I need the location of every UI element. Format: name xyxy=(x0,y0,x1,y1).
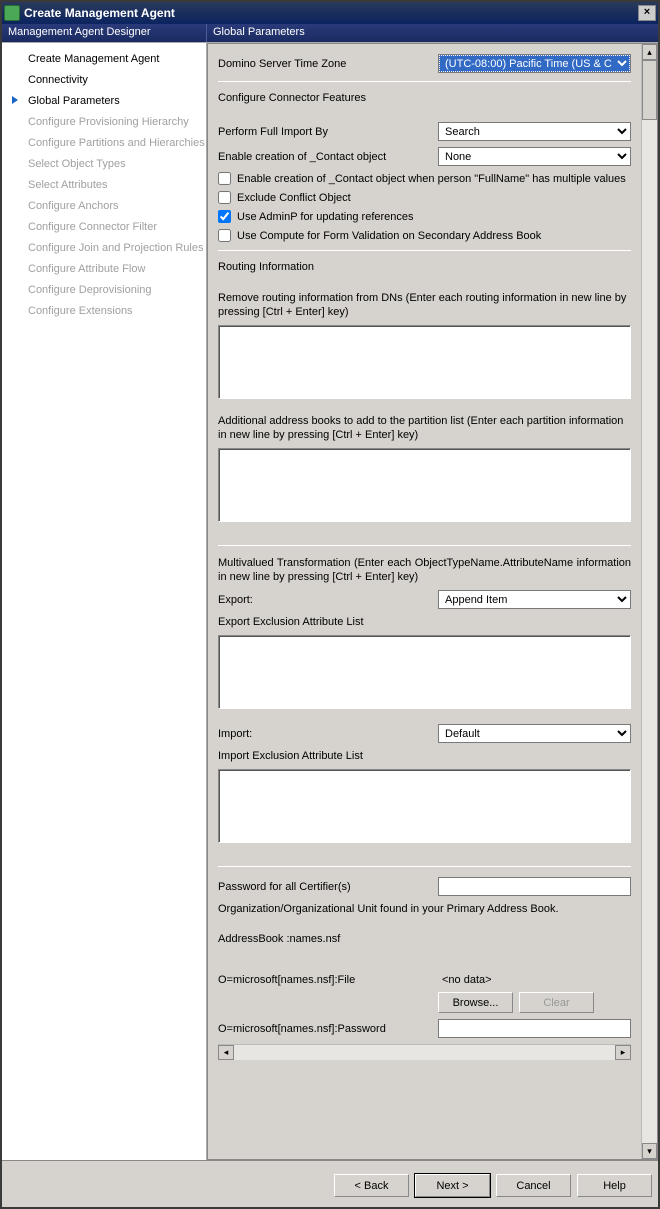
vertical-scrollbar[interactable]: ▴ ▾ xyxy=(641,44,657,1159)
designer-label: Management Agent Designer xyxy=(2,24,207,42)
content: Domino Server Time Zone (UTC-08:00) Paci… xyxy=(208,44,641,1159)
body: Create Management Agent Connectivity Glo… xyxy=(2,42,658,1160)
chk-compute[interactable] xyxy=(218,229,231,242)
titlebar: Create Management Agent × xyxy=(2,2,658,24)
scroll-thumb[interactable] xyxy=(642,60,657,120)
app-icon xyxy=(4,5,20,21)
full-import-combo[interactable]: Search xyxy=(438,122,631,141)
import-label: Import: xyxy=(218,728,438,740)
sidebar-item-connector-filter: Configure Connector Filter xyxy=(6,217,202,238)
help-button[interactable]: Help xyxy=(577,1174,652,1197)
sidebar-item-anchors: Configure Anchors xyxy=(6,196,202,217)
browse-button[interactable]: Browse... xyxy=(438,992,513,1013)
chk-fullname-row: Enable creation of _Contact object when … xyxy=(218,172,631,185)
scroll-right-icon[interactable]: ▸ xyxy=(615,1045,631,1060)
import-combo[interactable]: Default xyxy=(438,724,631,743)
divider xyxy=(218,81,631,82)
sidebar-item-object-types: Select Object Types xyxy=(6,154,202,175)
divider xyxy=(218,250,631,251)
window-title: Create Management Agent xyxy=(24,6,638,20)
next-button[interactable]: Next > xyxy=(415,1174,490,1197)
full-import-label: Perform Full Import By xyxy=(218,126,438,138)
routing-remove-input[interactable] xyxy=(218,325,631,399)
import-list-input[interactable] xyxy=(218,769,631,843)
footer: < Back Next > Cancel Help xyxy=(2,1166,658,1207)
horizontal-scrollbar[interactable]: ◂ ▸ xyxy=(218,1044,631,1060)
export-list-input[interactable] xyxy=(218,635,631,709)
scroll-up-icon[interactable]: ▴ xyxy=(642,44,657,60)
sidebar-item-create-ma[interactable]: Create Management Agent xyxy=(6,49,202,70)
chk-fullname[interactable] xyxy=(218,172,231,185)
sidebar-item-provisioning-hierarchy: Configure Provisioning Hierarchy xyxy=(6,112,202,133)
sidebar-item-attribute-flow: Configure Attribute Flow xyxy=(6,259,202,280)
sidebar-item-connectivity[interactable]: Connectivity xyxy=(6,70,202,91)
chk-exclude-row: Exclude Conflict Object xyxy=(218,191,631,204)
subheader: Management Agent Designer Global Paramet… xyxy=(2,24,658,42)
sidebar-item-attributes: Select Attributes xyxy=(6,175,202,196)
chk-compute-row: Use Compute for Form Validation on Secon… xyxy=(218,229,631,242)
addressbook-label: AddressBook :names.nsf xyxy=(218,932,631,946)
sidebar-item-extensions: Configure Extensions xyxy=(6,301,202,322)
file-row-value: <no data> xyxy=(438,974,492,986)
pass-row-label: O=microsoft[names.nsf]:Password xyxy=(218,1023,438,1035)
certifier-org-text: Organization/Organizational Unit found i… xyxy=(218,902,631,916)
import-list-label: Import Exclusion Attribute List xyxy=(218,749,631,763)
page-title: Global Parameters xyxy=(207,24,311,42)
scroll-left-icon[interactable]: ◂ xyxy=(218,1045,234,1060)
routing-header: Routing Information xyxy=(218,261,631,273)
chk-adminp-label: Use AdminP for updating references xyxy=(237,211,414,223)
cancel-button[interactable]: Cancel xyxy=(496,1174,571,1197)
routing-additional-input[interactable] xyxy=(218,448,631,522)
main-area: Domino Server Time Zone (UTC-08:00) Paci… xyxy=(207,43,658,1160)
chk-adminp[interactable] xyxy=(218,210,231,223)
chk-adminp-row: Use AdminP for updating references xyxy=(218,210,631,223)
certifier-password-label: Password for all Certifier(s) xyxy=(218,881,438,893)
routing-remove-label: Remove routing information from DNs (Ent… xyxy=(218,291,631,319)
export-list-label: Export Exclusion Attribute List xyxy=(218,615,631,629)
sidebar-item-global-parameters[interactable]: Global Parameters xyxy=(6,91,202,112)
export-combo[interactable]: Append Item xyxy=(438,590,631,609)
sidebar-item-join-projection: Configure Join and Projection Rules xyxy=(6,238,202,259)
routing-additional-label: Additional address books to add to the p… xyxy=(218,414,631,442)
divider xyxy=(218,545,631,546)
file-row-label: O=microsoft[names.nsf]:File xyxy=(218,974,438,986)
enable-creation-combo[interactable]: None xyxy=(438,147,631,166)
enable-creation-label: Enable creation of _Contact object xyxy=(218,151,438,163)
close-button[interactable]: × xyxy=(638,5,656,21)
sidebar-item-partitions-hierarchies: Configure Partitions and Hierarchies xyxy=(6,133,202,154)
chk-exclude-label: Exclude Conflict Object xyxy=(237,192,351,204)
clear-button[interactable]: Clear xyxy=(519,992,594,1013)
certifier-password-input[interactable] xyxy=(438,877,631,896)
export-label: Export: xyxy=(218,594,438,606)
back-button[interactable]: < Back xyxy=(334,1174,409,1197)
scroll-down-icon[interactable]: ▾ xyxy=(642,1143,657,1159)
sidebar: Create Management Agent Connectivity Glo… xyxy=(2,43,207,1160)
pass-row-input[interactable] xyxy=(438,1019,631,1038)
chk-fullname-label: Enable creation of _Contact object when … xyxy=(237,173,626,185)
timezone-combo[interactable]: (UTC-08:00) Pacific Time (US & Can xyxy=(438,54,631,73)
chk-compute-label: Use Compute for Form Validation on Secon… xyxy=(237,230,541,242)
timezone-label: Domino Server Time Zone xyxy=(218,58,438,70)
window: Create Management Agent × Management Age… xyxy=(0,0,660,1209)
sidebar-item-deprovisioning: Configure Deprovisioning xyxy=(6,280,202,301)
chk-exclude-conflict[interactable] xyxy=(218,191,231,204)
content-panel: Domino Server Time Zone (UTC-08:00) Paci… xyxy=(207,43,658,1160)
scroll-track[interactable] xyxy=(234,1045,615,1060)
connector-features-header: Configure Connector Features xyxy=(218,92,631,104)
transform-header: Multivalued Transformation (Enter each O… xyxy=(218,556,631,584)
divider xyxy=(218,866,631,867)
